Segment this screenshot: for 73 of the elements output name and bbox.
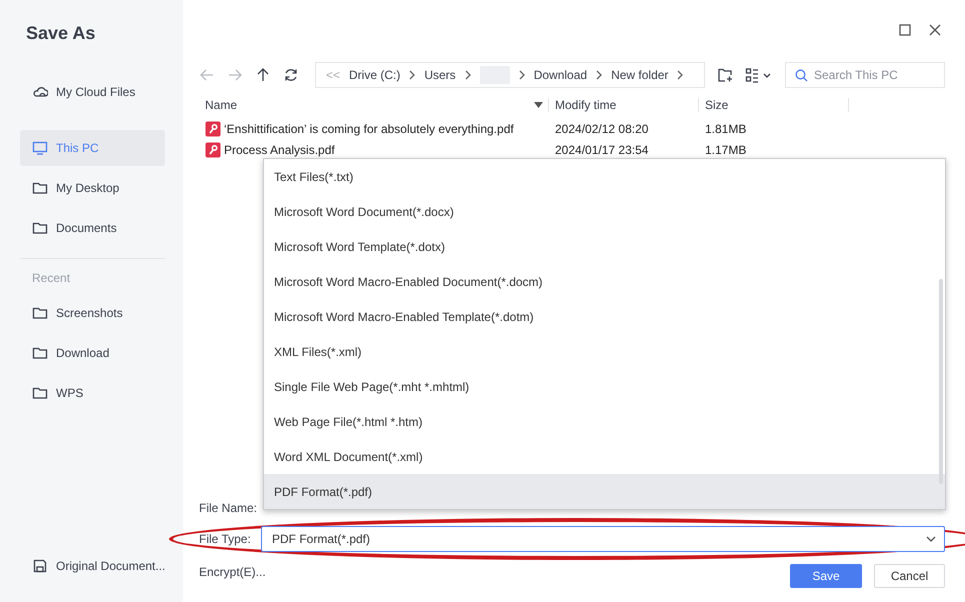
file-type-select[interactable]: PDF Format(*.pdf) (261, 526, 945, 552)
chevron-icon (409, 70, 416, 80)
dropdown-option[interactable]: PDF Format(*.pdf) (264, 474, 945, 509)
monitor-icon (32, 140, 48, 156)
up-button[interactable] (255, 67, 271, 83)
breadcrumb-item[interactable]: New folder (611, 66, 668, 84)
field-label: File Name: (199, 500, 258, 517)
chevron-icon (518, 70, 525, 80)
file-name: ‘Enshittification’ is coming for absolutely everything.pdf (224, 120, 514, 138)
refresh-icon (283, 67, 299, 83)
maximize-icon (899, 24, 911, 36)
folder-icon (32, 305, 48, 321)
file-name: Process Analysis.pdf (224, 142, 335, 158)
dropdown-option[interactable]: Microsoft Word Macro-Enabled Document(*.docm) (264, 264, 945, 299)
dropdown-option[interactable]: Single File Web Page(*.mht *.mhtml) (264, 369, 945, 404)
close-icon (929, 24, 941, 36)
sidebar-item[interactable]: My Cloud Files (20, 74, 165, 110)
dropdown-option[interactable]: Text Files(*.txt) (264, 159, 945, 194)
folder-icon (32, 345, 48, 361)
sidebar-item[interactable]: My Desktop (20, 170, 165, 206)
breadcrumb-item[interactable]: Users (424, 66, 456, 84)
file-size: 1.81MB (704, 120, 748, 138)
modified-time: 2024/01/17 23:54 (554, 142, 650, 158)
dropdown-option[interactable]: Word XML Document(*.xml) (264, 439, 945, 474)
scrollbar[interactable] (939, 279, 943, 484)
pdf-file-icon (205, 142, 221, 158)
chevron-icon (464, 70, 471, 80)
view-button[interactable] (745, 67, 773, 83)
encrypt-link[interactable]: Encrypt(E)... (199, 563, 266, 581)
folder-icon (32, 180, 48, 196)
dropdown-option[interactable]: Microsoft Word Document(*.docx) (264, 194, 945, 229)
close-button[interactable] (929, 24, 941, 36)
grid-list-icon (745, 67, 773, 83)
chevron-down-icon (926, 536, 936, 542)
folder-icon (32, 385, 48, 401)
sidebar-item[interactable]: Original Document... (20, 548, 165, 584)
modified-time: 2024/02/12 08:20 (554, 120, 650, 138)
search-icon (795, 69, 808, 82)
column-header[interactable]: Size (699, 96, 728, 114)
sidebar-item[interactable]: Documents (20, 210, 165, 246)
pdf-file-icon (205, 120, 221, 136)
save-button[interactable]: Save (790, 564, 862, 588)
file-row[interactable]: Process Analysis.pdf (199, 140, 549, 158)
sidebar-item[interactable]: Download (20, 335, 165, 371)
refresh-button[interactable] (283, 67, 299, 83)
up-arrow-icon (255, 67, 271, 83)
dropdown-option[interactable]: Microsoft Word Macro-Enabled Template(*.dotm) (264, 299, 945, 334)
sidebar-item[interactable]: Screenshots (20, 295, 165, 331)
section-heading: Recent (32, 270, 72, 287)
cancel-button[interactable]: Cancel (874, 564, 945, 588)
column-header[interactable]: Modify time (549, 96, 616, 114)
chevron-icon (596, 70, 602, 80)
chevron-icon (677, 70, 684, 80)
window-title: Save As (26, 22, 96, 45)
search-field[interactable]: Search This PC (785, 62, 945, 88)
back-arrow-icon (199, 67, 215, 83)
file-size: 1.17MB (704, 142, 748, 158)
folder-icon (32, 220, 48, 236)
dropdown-option[interactable]: Web Page File(*.html *.htm) (264, 404, 945, 439)
forward-arrow-icon (227, 67, 243, 83)
new-folder-icon (717, 67, 733, 83)
save-icon (32, 558, 48, 574)
column-header[interactable]: Name (199, 96, 238, 114)
new-folder-button[interactable] (717, 67, 733, 83)
breadcrumb-item[interactable]: Drive (C:) (349, 66, 400, 84)
breadcrumb-item[interactable]: Download (534, 66, 588, 84)
dropdown-option[interactable]: XML Files(*.xml) (264, 334, 945, 369)
sort-caret-icon (534, 102, 543, 108)
file-row[interactable]: ‘Enshittification’ is coming for absolutely everything.pdf (199, 120, 549, 138)
dropdown-option[interactable]: Microsoft Word Template(*.dotx) (264, 229, 945, 264)
sidebar-item[interactable]: WPS (20, 375, 165, 411)
maximize-button[interactable] (899, 24, 911, 36)
field-label: File Type: (199, 531, 252, 548)
